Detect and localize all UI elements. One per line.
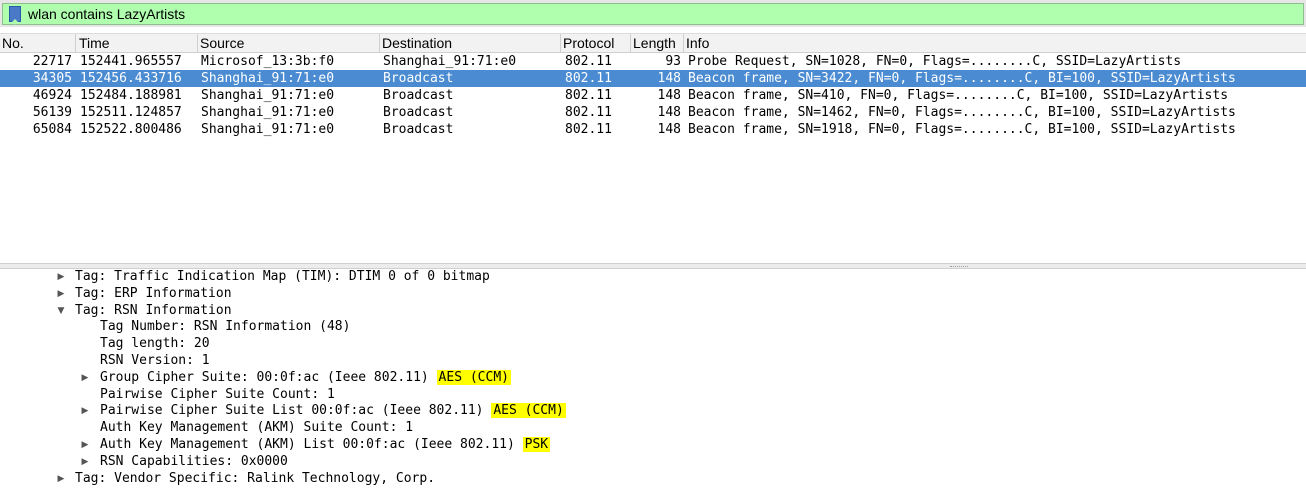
collapsed-arrow-icon[interactable]: ▶ bbox=[80, 403, 90, 419]
packet-row[interactable]: 65084 152522.800486 Shanghai_91:71:e0 Br… bbox=[0, 121, 1306, 138]
packet-time: 152456.433716 bbox=[80, 71, 182, 86]
tree-item-tag-number[interactable]: Tag Number: RSN Information (48) bbox=[0, 319, 1306, 336]
column-header-protocol[interactable]: Protocol bbox=[561, 34, 631, 53]
tree-item-pairwise-list[interactable]: ▶ Pairwise Cipher Suite List 00:0f:ac (I… bbox=[0, 403, 1306, 420]
tree-item-rsn[interactable]: ▼ Tag: RSN Information bbox=[0, 303, 1306, 320]
tree-item-tim[interactable]: ▶ Tag: Traffic Indication Map (TIM): DTI… bbox=[0, 269, 1306, 286]
display-filter-toolbar: wlan contains LazyArtists bbox=[0, 0, 1306, 27]
packet-no: 46924 bbox=[32, 88, 72, 103]
column-header-length[interactable]: Length bbox=[631, 34, 684, 53]
tree-item-label: Tag Number: RSN Information (48) bbox=[100, 319, 351, 335]
collapsed-arrow-icon[interactable]: ▶ bbox=[80, 437, 90, 453]
tree-item-label: Pairwise Cipher Suite List 00:0f:ac (Iee… bbox=[100, 403, 492, 419]
tree-item-label: Auth Key Management (AKM) Suite Count: 1 bbox=[100, 420, 414, 436]
expanded-arrow-icon[interactable]: ▼ bbox=[56, 303, 66, 319]
packet-length: 148 bbox=[657, 88, 681, 103]
highlight-akm: PSK bbox=[522, 436, 551, 452]
bookmark-icon[interactable] bbox=[9, 6, 21, 22]
tree-item-label-wrap: Pairwise Cipher Suite List 00:0f:ac (Iee… bbox=[100, 403, 566, 420]
packet-length: 93 bbox=[665, 54, 681, 69]
packet-no: 56139 bbox=[32, 105, 72, 120]
column-header-source[interactable]: Source bbox=[198, 34, 380, 53]
tree-item-label: Tag: Vendor Specific: Ralink Technology,… bbox=[75, 470, 436, 486]
tree-item-rsn-capabilities[interactable]: ▶ RSN Capabilities: 0x0000 bbox=[0, 454, 1306, 471]
display-filter-text: wlan contains LazyArtists bbox=[28, 6, 186, 22]
column-header-destination[interactable]: Destination bbox=[380, 34, 561, 53]
tree-item-label: Auth Key Management (AKM) List 00:0f:ac … bbox=[100, 436, 523, 452]
packet-info: Beacon frame, SN=1918, FN=0, Flags=.....… bbox=[688, 122, 1236, 137]
packet-no: 65084 bbox=[32, 122, 72, 137]
column-header-no[interactable]: No. bbox=[0, 34, 76, 53]
packet-protocol: 802.11 bbox=[565, 54, 612, 69]
collapsed-arrow-icon[interactable]: ▶ bbox=[56, 269, 66, 285]
packet-destination: Broadcast bbox=[383, 71, 454, 86]
tree-item-label: Pairwise Cipher Suite Count: 1 bbox=[100, 386, 335, 402]
tree-item-vendor[interactable]: ▶ Tag: Vendor Specific: Ralink Technolog… bbox=[0, 471, 1306, 488]
tree-item-pairwise-count[interactable]: Pairwise Cipher Suite Count: 1 bbox=[0, 387, 1306, 404]
tree-item-label-wrap: Auth Key Management (AKM) List 00:0f:ac … bbox=[100, 436, 551, 454]
packet-no: 34305 bbox=[32, 71, 72, 86]
packet-length: 148 bbox=[657, 71, 681, 86]
packet-row-selected[interactable]: 34305 152456.433716 Shanghai_91:71:e0 Br… bbox=[0, 70, 1306, 87]
packet-protocol: 802.11 bbox=[565, 88, 612, 103]
column-header-time[interactable]: Time bbox=[77, 34, 198, 53]
highlight-cipher: AES (CCM) bbox=[436, 369, 511, 385]
packet-protocol: 802.11 bbox=[565, 71, 612, 86]
packet-info: Beacon frame, SN=410, FN=0, Flags=......… bbox=[688, 88, 1229, 103]
tree-item-group-cipher[interactable]: ▶ Group Cipher Suite: 00:0f:ac (Ieee 802… bbox=[0, 369, 1306, 387]
packet-length: 148 bbox=[657, 122, 681, 137]
packet-list-header: No. Time Source Destination Protocol Len… bbox=[0, 33, 1306, 53]
packet-destination: Broadcast bbox=[383, 105, 454, 120]
packet-time: 152522.800486 bbox=[80, 122, 182, 137]
column-header-info[interactable]: Info bbox=[684, 34, 1306, 53]
packet-length: 148 bbox=[657, 105, 681, 120]
packet-destination: Broadcast bbox=[383, 88, 454, 103]
packet-source: Shanghai_91:71:e0 bbox=[201, 105, 335, 120]
tree-item-rsn-version[interactable]: RSN Version: 1 bbox=[0, 353, 1306, 370]
tree-item-erp[interactable]: ▶ Tag: ERP Information bbox=[0, 286, 1306, 303]
packet-time: 152484.188981 bbox=[80, 88, 182, 103]
packet-time: 152441.965557 bbox=[80, 54, 182, 69]
tree-item-akm-list[interactable]: ▶ Auth Key Management (AKM) List 00:0f:a… bbox=[0, 436, 1306, 454]
tree-item-label: Group Cipher Suite: 00:0f:ac (Ieee 802.1… bbox=[100, 369, 437, 385]
packet-destination: Shanghai_91:71:e0 bbox=[383, 54, 517, 69]
splitter-grip[interactable] bbox=[950, 266, 968, 267]
packet-source: Shanghai_91:71:e0 bbox=[201, 88, 335, 103]
packet-info: Beacon frame, SN=3422, FN=0, Flags=.....… bbox=[688, 71, 1236, 86]
packet-no: 22717 bbox=[32, 54, 72, 69]
tree-item-label: Tag: Traffic Indication Map (TIM): DTIM … bbox=[75, 269, 490, 284]
tree-item-tag-length[interactable]: Tag length: 20 bbox=[0, 336, 1306, 353]
tree-item-label: RSN Capabilities: 0x0000 bbox=[100, 453, 288, 469]
packet-destination: Broadcast bbox=[383, 122, 454, 137]
packet-protocol: 802.11 bbox=[565, 122, 612, 137]
packet-row[interactable]: 22717 152441.965557 Microsof_13:3b:f0 Sh… bbox=[0, 53, 1306, 70]
tree-item-label-wrap: Group Cipher Suite: 00:0f:ac (Ieee 802.1… bbox=[100, 369, 511, 387]
packet-list[interactable]: No. Time Source Destination Protocol Len… bbox=[0, 33, 1306, 263]
collapsed-arrow-icon[interactable]: ▶ bbox=[56, 471, 66, 487]
packet-time: 152511.124857 bbox=[80, 105, 182, 120]
tree-item-akm-count[interactable]: Auth Key Management (AKM) Suite Count: 1 bbox=[0, 420, 1306, 437]
collapsed-arrow-icon[interactable]: ▶ bbox=[56, 286, 66, 302]
collapsed-arrow-icon[interactable]: ▶ bbox=[80, 370, 90, 386]
tree-item-label: Tag length: 20 bbox=[100, 336, 210, 352]
packet-row[interactable]: 46924 152484.188981 Shanghai_91:71:e0 Br… bbox=[0, 87, 1306, 104]
display-filter-input[interactable]: wlan contains LazyArtists bbox=[2, 3, 1304, 25]
tree-item-label: Tag: ERP Information bbox=[75, 285, 232, 301]
tree-item-label: Tag: RSN Information bbox=[75, 302, 232, 318]
packet-info: Beacon frame, SN=1462, FN=0, Flags=.....… bbox=[688, 105, 1236, 120]
tree-item-label: RSN Version: 1 bbox=[100, 352, 210, 368]
packet-info: Probe Request, SN=1028, FN=0, Flags=....… bbox=[688, 54, 1182, 69]
packet-row[interactable]: 56139 152511.124857 Shanghai_91:71:e0 Br… bbox=[0, 104, 1306, 121]
packet-details-tree[interactable]: ▶ Tag: Traffic Indication Map (TIM): DTI… bbox=[0, 269, 1306, 496]
packet-source: Microsof_13:3b:f0 bbox=[201, 54, 335, 69]
packet-source: Shanghai_91:71:e0 bbox=[201, 122, 335, 137]
packet-source: Shanghai_91:71:e0 bbox=[201, 71, 335, 86]
packet-protocol: 802.11 bbox=[565, 105, 612, 120]
highlight-cipher: AES (CCM) bbox=[491, 403, 566, 419]
collapsed-arrow-icon[interactable]: ▶ bbox=[80, 454, 90, 470]
